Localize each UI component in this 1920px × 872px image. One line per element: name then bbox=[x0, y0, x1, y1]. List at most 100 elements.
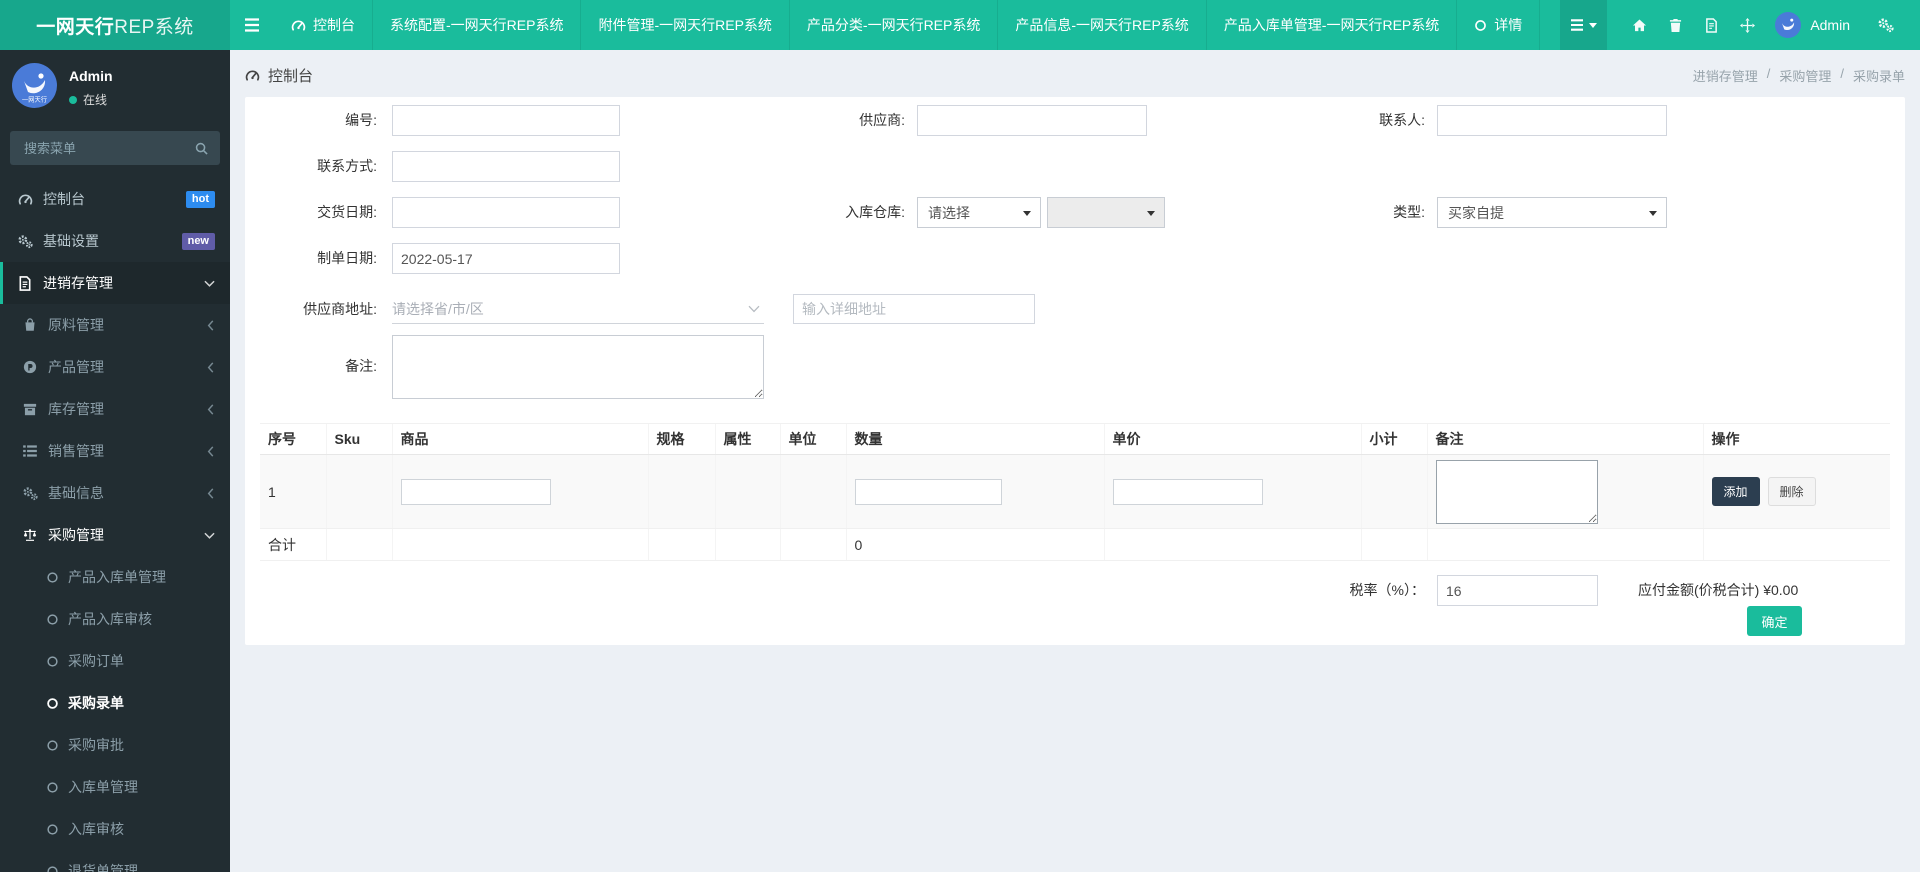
price-input[interactable] bbox=[1112, 478, 1263, 505]
col-header-attr: 属性 bbox=[714, 423, 780, 455]
sidebar-item-purchase-mgmt[interactable]: 采购管理 bbox=[0, 514, 230, 556]
sidebar-item-label: 销售管理 bbox=[48, 443, 104, 459]
make-date-input[interactable] bbox=[392, 243, 620, 274]
caret-down-icon bbox=[1589, 22, 1598, 28]
hot-badge: hot bbox=[185, 190, 215, 208]
submenu-item-label: 产品入库审核 bbox=[68, 611, 152, 627]
balance-scale-icon bbox=[20, 528, 40, 542]
chevron-down-icon bbox=[204, 531, 215, 540]
col-header-qty: 数量 bbox=[845, 423, 1104, 455]
clear-cache-button[interactable] bbox=[1693, 17, 1729, 33]
sidebar-item-console[interactable]: 控制台 hot bbox=[0, 178, 230, 220]
user-avatar[interactable] bbox=[1775, 12, 1802, 38]
submenu-item-return-mgmt[interactable]: 退货单管理 bbox=[0, 850, 230, 872]
brand-bold: 一网天行 bbox=[36, 16, 115, 38]
breadcrumb-separator: / bbox=[1840, 66, 1844, 81]
tax-rate-input[interactable] bbox=[1437, 575, 1598, 606]
nav-tab-label: 产品入库单管理-一网天行REP系统 bbox=[1223, 17, 1440, 33]
row-spec bbox=[647, 454, 715, 529]
sidebar-item-product-mgmt[interactable]: 产品管理 bbox=[0, 346, 230, 388]
nav-tab-detail[interactable]: 详情 bbox=[1457, 0, 1541, 50]
navbar-username[interactable]: Admin bbox=[1810, 17, 1850, 33]
nav-tab-attachment[interactable]: 附件管理-一网天行REP系统 bbox=[581, 0, 790, 50]
circle-icon bbox=[46, 613, 59, 626]
row-seq: 1 bbox=[260, 454, 326, 529]
submenu-item-product-inbound-mgmt[interactable]: 产品入库单管理 bbox=[0, 556, 230, 598]
submenu-item-purchase-approval[interactable]: 采购审批 bbox=[0, 724, 230, 766]
chevron-down-icon bbox=[748, 305, 764, 313]
table-header-row: 序号 Sku 商品 规格 属性 单位 数量 单价 小计 备注 操作 bbox=[260, 423, 1890, 455]
avatar[interactable]: 一网天行 bbox=[12, 63, 57, 108]
confirm-button[interactable]: 确定 bbox=[1747, 606, 1802, 636]
sidebar-item-sales-mgmt[interactable]: 销售管理 bbox=[0, 430, 230, 472]
nav-tab-system-config[interactable]: 系统配置-一网天行REP系统 bbox=[373, 0, 582, 50]
brand-logo[interactable]: 一网天行 REP系统 bbox=[0, 0, 230, 50]
delete-row-button[interactable]: 删除 bbox=[1767, 477, 1816, 506]
tabs-list-dropdown-button[interactable] bbox=[1560, 0, 1608, 50]
phone-input[interactable] bbox=[392, 151, 620, 182]
breadcrumb-item[interactable]: 采购录单 bbox=[1853, 66, 1905, 85]
shopping-bag-icon bbox=[20, 318, 40, 332]
breadcrumb-item[interactable]: 进销存管理 bbox=[1693, 66, 1758, 85]
purchase-entry-card: 编号: 供应商: 联系人: 联系方式: 交货日期: 入库仓库: 请选择 类型: … bbox=[245, 97, 1905, 645]
submenu-item-purchase-order[interactable]: 采购订单 bbox=[0, 640, 230, 682]
col-header-unit: 单位 bbox=[779, 423, 846, 455]
type-select[interactable]: 买家自提 bbox=[1437, 197, 1667, 228]
submenu-item-purchase-entry[interactable]: 采购录单 bbox=[0, 682, 230, 724]
navbar-right-group: Admin bbox=[1560, 0, 1920, 50]
avatar-logo: 一网天行 bbox=[22, 73, 48, 104]
list-icon bbox=[1570, 19, 1584, 31]
caret-down-icon bbox=[1023, 211, 1031, 216]
nav-tab-product-info[interactable]: 产品信息-一网天行REP系统 bbox=[998, 0, 1207, 50]
add-row-button[interactable]: 添加 bbox=[1711, 477, 1760, 506]
sidebar-search bbox=[10, 131, 220, 165]
supplier-input[interactable] bbox=[917, 105, 1147, 136]
home-button[interactable] bbox=[1621, 18, 1657, 33]
make-date-label: 制单日期: bbox=[317, 250, 377, 266]
sidebar-item-label: 基础设置 bbox=[43, 233, 99, 249]
region-cascader-select[interactable]: 请选择省/市/区 bbox=[392, 294, 764, 324]
sidebar-item-raw-material[interactable]: 原料管理 bbox=[0, 304, 230, 346]
product-input[interactable] bbox=[400, 478, 551, 505]
fullscreen-button[interactable] bbox=[1729, 17, 1765, 33]
user-info: Admin 在线 bbox=[69, 63, 113, 108]
nav-tab-product-category[interactable]: 产品分类-一网天行REP系统 bbox=[790, 0, 999, 50]
col-header-product: 商品 bbox=[391, 423, 648, 455]
trash-button[interactable] bbox=[1657, 18, 1693, 33]
sidebar-item-label: 基础信息 bbox=[48, 485, 104, 501]
search-input[interactable] bbox=[22, 139, 195, 157]
nav-tab-product-inbound[interactable]: 产品入库单管理-一网天行REP系统 bbox=[1207, 0, 1458, 50]
type-select-value: 买家自提 bbox=[1448, 204, 1504, 221]
trash-icon bbox=[1669, 18, 1682, 33]
warehouse-sub-select[interactable] bbox=[1047, 197, 1165, 228]
sidebar-toggle-button[interactable] bbox=[230, 0, 274, 50]
line-items-table: 序号 Sku 商品 规格 属性 单位 数量 单价 小计 备注 操作 1 添加 删… bbox=[260, 423, 1890, 561]
submenu-item-inbound-audit[interactable]: 入库审核 bbox=[0, 808, 230, 850]
remark-textarea[interactable] bbox=[392, 335, 764, 399]
remark-label: 备注: bbox=[345, 358, 377, 374]
arrows-expand-icon bbox=[1739, 17, 1755, 33]
nav-tab-console[interactable]: 控制台 bbox=[274, 0, 373, 50]
sidebar-item-inventory-mgmt[interactable]: 进销存管理 bbox=[0, 262, 230, 304]
warehouse-select[interactable]: 请选择 bbox=[917, 197, 1041, 228]
sidebar-item-basic-settings[interactable]: 基础设置 new bbox=[0, 220, 230, 262]
circle-icon bbox=[46, 781, 59, 794]
hamburger-icon bbox=[244, 18, 260, 32]
row-remark-textarea[interactable] bbox=[1435, 459, 1598, 524]
sidebar-item-stock-mgmt[interactable]: 库存管理 bbox=[0, 388, 230, 430]
no-input[interactable] bbox=[392, 105, 620, 136]
submenu-item-inbound-mgmt[interactable]: 入库单管理 bbox=[0, 766, 230, 808]
home-icon bbox=[1632, 18, 1647, 33]
caret-down-icon bbox=[1147, 211, 1155, 216]
delivery-date-input[interactable] bbox=[392, 197, 620, 228]
search-icon[interactable] bbox=[195, 142, 208, 155]
contact-input[interactable] bbox=[1437, 105, 1667, 136]
warehouse-select-value: 请选择 bbox=[928, 204, 970, 221]
sidebar-item-basic-info[interactable]: 基础信息 bbox=[0, 472, 230, 514]
breadcrumb-item[interactable]: 采购管理 bbox=[1779, 66, 1831, 85]
settings-button[interactable] bbox=[1868, 17, 1904, 33]
sidebar-item-label: 原料管理 bbox=[48, 317, 104, 333]
submenu-item-product-inbound-audit[interactable]: 产品入库审核 bbox=[0, 598, 230, 640]
address-detail-input[interactable] bbox=[793, 294, 1035, 324]
qty-input[interactable] bbox=[854, 478, 1002, 505]
